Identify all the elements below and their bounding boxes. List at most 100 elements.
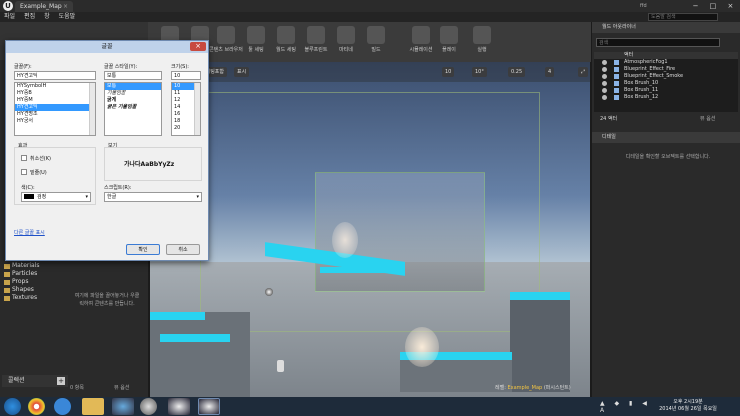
- folder-item[interactable]: Textures: [4, 294, 64, 302]
- visibility-eye-icon[interactable]: [602, 67, 607, 72]
- list-item[interactable]: 굵게: [105, 97, 161, 104]
- app-icon[interactable]: [140, 398, 157, 415]
- actor-name: AtmosphericFog1: [624, 59, 668, 65]
- maximize-button[interactable]: □: [710, 1, 717, 11]
- visibility-eye-icon[interactable]: [602, 95, 607, 100]
- font-style-list[interactable]: 보통 기울임꼴 굵게 굵은 기울임꼴: [104, 82, 162, 136]
- font-list[interactable]: HYSymbolH HY중B HY중M HY견고딕 HY견명조 HY궁서: [14, 82, 96, 136]
- media-icon[interactable]: [112, 398, 134, 415]
- show-more-fonts-link[interactable]: 다른 글꼴 표시: [14, 229, 74, 237]
- font-style-input[interactable]: 보통: [104, 71, 162, 80]
- list-item[interactable]: 기울임꼴: [105, 90, 161, 97]
- cyan-platform: [320, 267, 405, 273]
- visibility-eye-icon[interactable]: [602, 60, 607, 65]
- start-button[interactable]: [4, 398, 21, 415]
- list-item[interactable]: Blueprint_Effect_Fire: [594, 66, 738, 73]
- dialog-title: 글꼴: [6, 41, 208, 53]
- menu-file[interactable]: 파일: [4, 12, 15, 22]
- list-item[interactable]: HY중M: [15, 97, 95, 104]
- minimize-button[interactable]: −: [693, 1, 699, 11]
- stair-top: [160, 334, 230, 342]
- list-item[interactable]: AtmosphericFog1: [594, 59, 738, 66]
- folder-tree: Materials Particles Props Shapes Texture…: [4, 262, 64, 312]
- list-item[interactable]: HY견고딕: [15, 104, 95, 111]
- play-button[interactable]: 플레이: [431, 24, 467, 60]
- level-viewport[interactable]: 원근 라이팅포함 표시 10 10° 0.25 4 ⤢ 레벨: Example_…: [150, 62, 590, 397]
- toolbar-label: 블루프린트: [304, 47, 328, 53]
- add-collection-button[interactable]: +: [57, 377, 65, 385]
- menu-window[interactable]: 창: [44, 12, 50, 22]
- font-size-input[interactable]: 10: [171, 71, 201, 80]
- help-search-input[interactable]: 도움말 검색: [648, 13, 718, 21]
- launch-icon: [473, 26, 491, 44]
- list-item[interactable]: HY견명조: [15, 111, 95, 118]
- rotation-snap-button[interactable]: 10°: [472, 67, 487, 77]
- details-tab[interactable]: 디테일: [592, 132, 740, 143]
- folder-item[interactable]: Particles: [4, 270, 64, 278]
- drop-message-line: 릭하여 콘텐츠를 만듭니다.: [79, 301, 135, 307]
- menu-help[interactable]: 도움말: [59, 12, 76, 22]
- list-item[interactable]: Box Brush_10: [594, 80, 738, 87]
- clock-date: 2014년 06월 26일 목요일: [659, 406, 717, 412]
- system-tray[interactable]: ▲ ◆ ▮ ◀ A: [600, 400, 656, 414]
- launch-button[interactable]: 실행: [464, 24, 500, 60]
- world-outliner-tab[interactable]: 월드 아웃라이너: [592, 22, 740, 33]
- view-options-button[interactable]: 뷰 옵션: [114, 384, 146, 392]
- font-name-input[interactable]: HY견고딕: [14, 71, 96, 80]
- tab-close-icon[interactable]: ×: [63, 3, 68, 10]
- outliner-search-input[interactable]: 검색: [596, 38, 720, 47]
- folder-item[interactable]: Materials: [4, 262, 64, 270]
- camera-speed-button[interactable]: 4: [545, 67, 555, 77]
- stair-block: [150, 312, 250, 397]
- visibility-eye-icon[interactable]: [602, 74, 607, 79]
- grid-snap-button[interactable]: 10: [442, 67, 455, 77]
- font-list-scrollbar[interactable]: [89, 83, 95, 135]
- strikeout-checkbox[interactable]: [21, 155, 27, 161]
- toolbar-label: 마티네: [339, 47, 353, 53]
- maximize-viewport-icon[interactable]: ⤢: [578, 67, 589, 77]
- chrome-icon[interactable]: [28, 398, 45, 415]
- folder-item[interactable]: Shapes: [4, 286, 64, 294]
- list-item[interactable]: HYSymbolH: [15, 83, 95, 90]
- list-item[interactable]: HY궁서: [15, 118, 95, 125]
- outliner-view-options-button[interactable]: 뷰 옵션: [700, 115, 738, 123]
- visibility-eye-icon[interactable]: [602, 88, 607, 93]
- matinee-icon: [337, 26, 355, 44]
- level-label-suffix: (퍼시스턴트): [542, 385, 571, 391]
- level-name: Example_Map: [507, 385, 543, 391]
- ok-button[interactable]: 확인: [126, 244, 160, 255]
- list-item[interactable]: Box Brush_12: [594, 94, 738, 101]
- unreal-editor-icon[interactable]: [198, 398, 220, 415]
- font-label: 글꼴(F):: [14, 64, 32, 70]
- list-item[interactable]: Blueprint_Effect_Smoke: [594, 73, 738, 80]
- stair-top: [150, 312, 205, 320]
- style-label: 글꼴 스타일(Y):: [104, 64, 138, 70]
- underline-checkbox[interactable]: [21, 169, 27, 175]
- file-explorer-icon[interactable]: [82, 398, 104, 415]
- color-select[interactable]: 검정: [21, 192, 91, 202]
- titlebar-project-name: ffd: [640, 3, 647, 9]
- window-close-button[interactable]: ×: [728, 1, 734, 11]
- script-select[interactable]: 한글: [104, 192, 202, 202]
- taskbar-clock[interactable]: 오후 2시19분 2014년 06월 26일 목요일: [658, 399, 718, 414]
- build-icon: [367, 26, 385, 44]
- show-button[interactable]: 표시: [234, 67, 250, 77]
- cancel-button[interactable]: 취소: [166, 244, 200, 255]
- list-item[interactable]: Box Brush_11: [594, 87, 738, 94]
- list-item[interactable]: 보통: [105, 83, 161, 90]
- dialog-close-button[interactable]: ×: [190, 42, 206, 51]
- actor-name: Box Brush_11: [624, 87, 659, 93]
- list-item[interactable]: HY중B: [15, 90, 95, 97]
- scale-snap-button[interactable]: 0.25: [508, 67, 526, 77]
- world-settings-icon: [277, 26, 295, 44]
- size-list-scrollbar[interactable]: [194, 83, 200, 135]
- menu-edit[interactable]: 편집: [24, 12, 35, 22]
- folder-item[interactable]: Props: [4, 278, 64, 286]
- internet-explorer-icon[interactable]: [54, 398, 71, 415]
- content-browser-icon: [217, 26, 235, 44]
- level-tab[interactable]: Example_Map ×: [15, 1, 73, 12]
- visibility-eye-icon[interactable]: [602, 81, 607, 86]
- build-button[interactable]: 빌드: [358, 24, 394, 60]
- list-item[interactable]: 굵은 기울임꼴: [105, 104, 161, 111]
- unreal-launcher-icon[interactable]: [168, 398, 190, 415]
